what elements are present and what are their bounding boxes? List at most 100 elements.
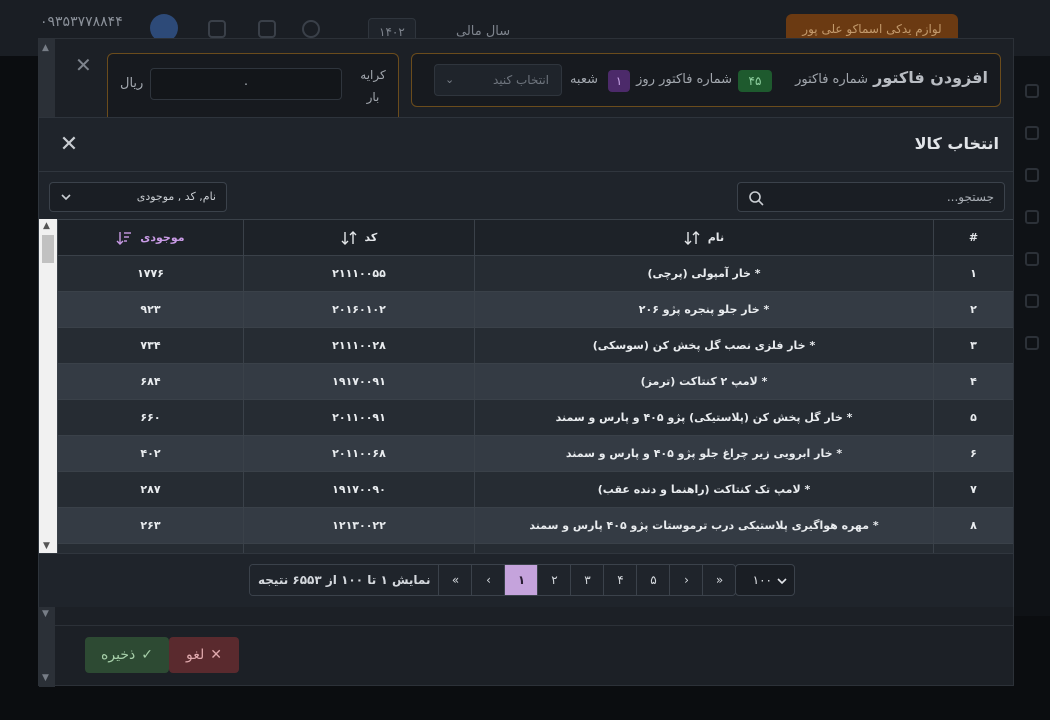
row-index: ۳ xyxy=(933,327,1013,364)
row-code: ۱۹۱۷۰۰۹۱ xyxy=(243,363,475,400)
per-page-value: ۱۰۰ xyxy=(752,573,772,587)
table-row[interactable]: ۲ * خار جلو پنجره پژو ۲۰۶ ۲۰۱۶۰۱۰۲ ۹۲۳ xyxy=(57,291,1013,328)
row-name: * مهره هواگیری پلاستیکی درب ترموستات پژو… xyxy=(474,507,934,544)
freight-input[interactable]: ۰ xyxy=(150,68,342,100)
day-invoice-badge: ۱ xyxy=(608,70,630,92)
scroll-up-icon[interactable]: ▲ xyxy=(43,221,50,231)
sidebar-icon[interactable] xyxy=(1025,294,1039,308)
table-row[interactable]: ۳ * خار فلزی نصب گل پخش کن (سوسکی) ۲۱۱۱۰… xyxy=(57,327,1013,364)
row-index xyxy=(933,543,1013,553)
user-phone: ۰۹۳۵۳۷۷۸۸۴۴ xyxy=(40,14,123,30)
table-row[interactable]: ۷ * لامپ تک کنتاکت (راهنما و دنده عقب) ۱… xyxy=(57,471,1013,508)
row-stock xyxy=(57,543,244,553)
sidebar-icon[interactable] xyxy=(1025,210,1039,224)
row-code: ۲۱۱۱۰۰۲۸ xyxy=(243,327,475,364)
row-stock: ۶۶۰ xyxy=(57,399,244,436)
row-code: ۲۰۱۶۰۱۰۲ xyxy=(243,291,475,328)
scroll-down-icon[interactable]: ▼ xyxy=(42,609,49,619)
sidebar-icon[interactable] xyxy=(1025,252,1039,266)
modal-title: انتخاب کالا xyxy=(914,134,999,153)
table-row[interactable]: ۶ * خار ابرویی زیر چراغ جلو پژو ۴۰۵ و پا… xyxy=(57,435,1013,472)
table-row[interactable] xyxy=(57,543,1013,553)
search-field-select[interactable]: نام, کد , موجودی xyxy=(49,182,227,212)
branch-select[interactable]: انتخاب کنید ⌄ xyxy=(434,64,562,96)
cancel-button[interactable]: لغو ✕ xyxy=(169,637,239,673)
sidebar-icon[interactable] xyxy=(1025,84,1039,98)
row-code xyxy=(243,543,475,553)
chevron-down-icon xyxy=(61,194,71,201)
sidebar-strip xyxy=(1014,56,1050,616)
row-name: * لامپ تک کنتاکت (راهنما و دنده عقب) xyxy=(474,471,934,508)
row-index: ۸ xyxy=(933,507,1013,544)
sort-icon[interactable] xyxy=(684,230,700,245)
save-button[interactable]: ذخیره ✓ xyxy=(85,637,169,673)
modal-header: انتخاب کالا ✕ xyxy=(39,118,1013,172)
search-field-value: نام, کد , موجودی xyxy=(136,190,216,203)
branch-placeholder: انتخاب کنید xyxy=(492,73,549,87)
row-stock: ۲۸۷ xyxy=(57,471,244,508)
close-icon: ✕ xyxy=(210,647,222,663)
freight-label: کرایه بار xyxy=(360,68,386,104)
page-button-5[interactable]: ۵ xyxy=(636,565,670,595)
row-name: * خار آمپولی (پرچی) xyxy=(474,255,934,292)
page-button-2[interactable]: ۲ xyxy=(537,565,571,595)
per-page-select[interactable]: ۱۰۰ xyxy=(735,564,795,596)
products-table: # نام کد موجودی ۱ * خار آمپولی (پرچی) ۲۱… xyxy=(57,219,1013,553)
scrollbar-thumb[interactable] xyxy=(42,235,54,263)
day-invoice-label: شماره فاکتور روز xyxy=(636,72,732,87)
row-code: ۲۱۱۱۰۰۵۵ xyxy=(243,255,475,292)
search-input[interactable] xyxy=(774,183,994,211)
sidebar-icon[interactable] xyxy=(1025,336,1039,350)
row-code: ۲۰۱۱۰۰۶۸ xyxy=(243,435,475,472)
products-table-wrap: ▲ ▼ # نام کد موجودی ۱ * خار آمپولی (پرچی… xyxy=(39,219,1013,553)
column-header-name[interactable]: نام xyxy=(474,219,934,256)
table-header-row: # نام کد موجودی xyxy=(57,219,1013,256)
branch-label: شعبه xyxy=(569,72,598,87)
last-page-button[interactable]: « xyxy=(438,565,472,595)
column-header-code[interactable]: کد xyxy=(243,219,475,256)
modal-footer: نمایش ۱ تا ۱۰۰ از ۶۵۵۳ نتیجه « ‹ ۱ ۲ ۳ ۴… xyxy=(39,553,1013,607)
table-row[interactable]: ۴ * لامپ ۲ کنتاکت (ترمز) ۱۹۱۷۰۰۹۱ ۶۸۴ xyxy=(57,363,1013,400)
table-row[interactable]: ۵ * خار گل پخش کن (پلاستیکی) پژو ۴۰۵ و پ… xyxy=(57,399,1013,436)
invoice-number-label: شماره فاکتور xyxy=(795,72,868,87)
settings-icon[interactable] xyxy=(208,20,226,38)
search-icon[interactable] xyxy=(748,190,764,206)
row-stock: ۲۶۳ xyxy=(57,507,244,544)
freight-unit: ریال xyxy=(120,76,144,91)
results-info: نمایش ۱ تا ۱۰۰ از ۶۵۵۳ نتیجه xyxy=(250,565,439,595)
row-name: * خار ابرویی زیر چراغ جلو پژو ۴۰۵ و پارس… xyxy=(474,435,934,472)
close-icon[interactable]: ✕ xyxy=(57,130,81,158)
first-page-button[interactable]: » xyxy=(702,565,736,595)
page-button-3[interactable]: ۳ xyxy=(570,565,604,595)
sidebar-icon[interactable] xyxy=(1025,168,1039,182)
grid-icon[interactable] xyxy=(258,20,276,38)
row-stock: ۹۲۳ xyxy=(57,291,244,328)
prev-page-button[interactable]: › xyxy=(669,565,703,595)
invoice-close-icon[interactable]: ✕ xyxy=(75,53,92,77)
sort-icon[interactable] xyxy=(341,230,357,245)
scroll-down-icon[interactable]: ▼ xyxy=(42,673,49,683)
scroll-up-icon[interactable]: ▲ xyxy=(42,43,49,53)
table-scrollbar[interactable]: ▲ ▼ xyxy=(39,219,57,553)
pagination: نمایش ۱ تا ۱۰۰ از ۶۵۵۳ نتیجه « ‹ ۱ ۲ ۳ ۴… xyxy=(249,564,737,596)
row-stock: ۴۰۲ xyxy=(57,435,244,472)
check-icon: ✓ xyxy=(141,647,153,663)
sort-descending-icon[interactable] xyxy=(116,231,132,245)
column-header-index: # xyxy=(933,219,1013,256)
page-button-4[interactable]: ۴ xyxy=(603,565,637,595)
row-stock: ۱۷۷۶ xyxy=(57,255,244,292)
bell-icon[interactable] xyxy=(302,20,320,38)
table-row[interactable]: ۱ * خار آمپولی (پرچی) ۲۱۱۱۰۰۵۵ ۱۷۷۶ xyxy=(57,255,1013,292)
page-button-1[interactable]: ۱ xyxy=(504,565,538,595)
column-header-stock[interactable]: موجودی xyxy=(57,219,244,256)
row-name: * خار جلو پنجره پژو ۲۰۶ xyxy=(474,291,934,328)
sidebar-icon[interactable] xyxy=(1025,126,1039,140)
search-box xyxy=(737,182,1005,212)
scroll-down-icon[interactable]: ▼ xyxy=(43,541,50,551)
chevron-down-icon xyxy=(777,578,787,585)
row-name: * لامپ ۲ کنتاکت (ترمز) xyxy=(474,363,934,400)
row-stock: ۶۸۴ xyxy=(57,363,244,400)
table-row[interactable]: ۸ * مهره هواگیری پلاستیکی درب ترموستات پ… xyxy=(57,507,1013,544)
next-page-button[interactable]: ‹ xyxy=(471,565,505,595)
row-stock: ۷۳۴ xyxy=(57,327,244,364)
